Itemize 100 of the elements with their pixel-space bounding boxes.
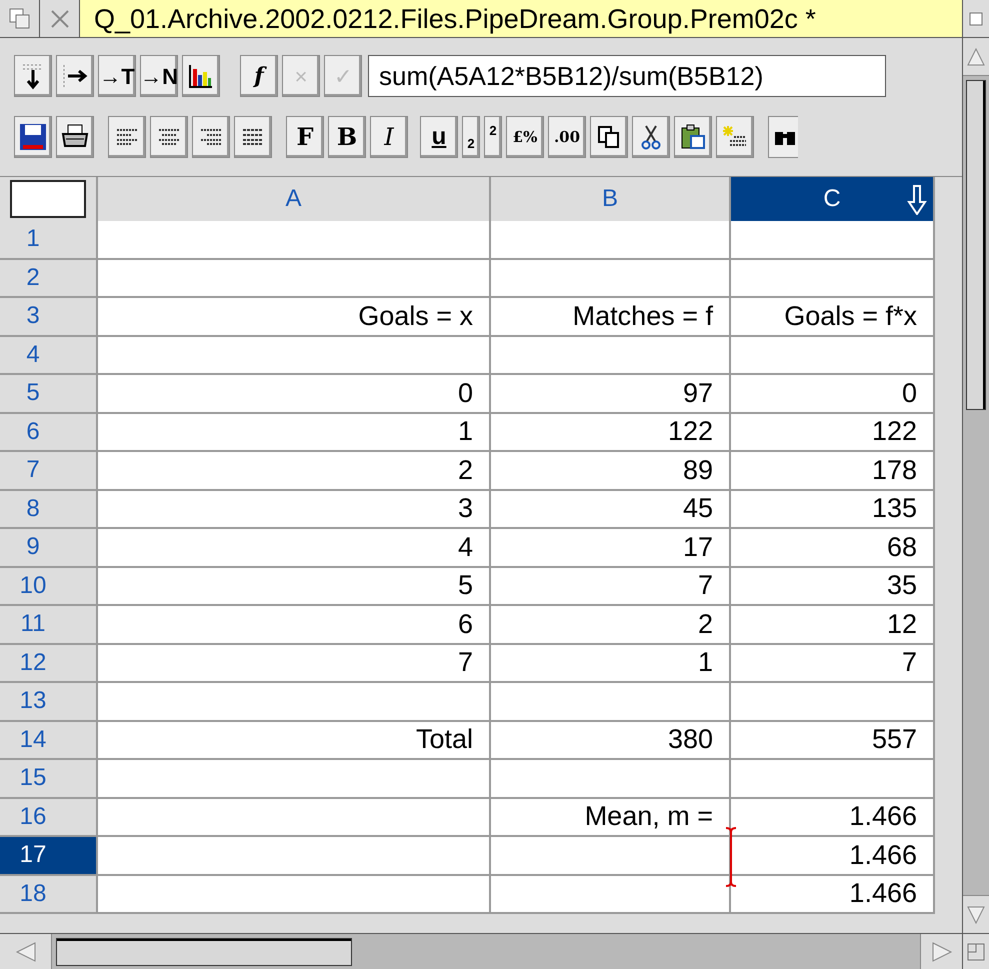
table-cell[interactable]: 557 [731, 722, 935, 760]
row-header[interactable]: 13 [0, 683, 98, 722]
toolbar-button[interactable]: →T [98, 55, 136, 97]
scroll-thumb[interactable] [56, 938, 352, 966]
toolbar-button[interactable]: .00 [548, 116, 586, 158]
toolbar-button[interactable]: I [370, 116, 408, 158]
column-header[interactable]: C [731, 177, 935, 221]
print-button[interactable] [56, 116, 94, 158]
copy-button[interactable] [590, 116, 628, 158]
table-cell[interactable]: 7 [491, 568, 731, 606]
table-cell[interactable] [491, 336, 731, 375]
toolbar-button[interactable]: £% [506, 116, 544, 158]
row-header[interactable]: 4 [0, 336, 98, 375]
back-button[interactable] [0, 0, 40, 37]
table-cell[interactable]: 1.466 [731, 876, 935, 914]
row-header[interactable]: 10 [0, 568, 98, 606]
table-cell[interactable]: 17 [491, 529, 731, 568]
table-cell[interactable]: 5 [98, 568, 491, 606]
formula-field[interactable]: sum(A5A12*B5B12)/sum(B5B12) [368, 55, 886, 97]
table-cell[interactable]: 1.466 [731, 798, 935, 837]
table-cell[interactable]: 2 [98, 452, 491, 490]
table-cell[interactable]: 0 [731, 375, 935, 414]
table-cell[interactable] [98, 260, 491, 298]
chart-button[interactable] [182, 55, 220, 97]
table-cell[interactable]: 380 [491, 722, 731, 760]
table-cell[interactable] [98, 336, 491, 375]
table-cell[interactable]: 45 [491, 490, 731, 529]
table-cell[interactable]: Total [98, 722, 491, 760]
row-header[interactable]: 7 [0, 452, 98, 490]
toggle-size-button[interactable] [963, 0, 989, 38]
row-header[interactable]: 5 [0, 375, 98, 414]
table-cell[interactable]: 89 [491, 452, 731, 490]
table-cell[interactable] [491, 876, 731, 914]
horizontal-scrollbar[interactable] [0, 933, 962, 969]
table-cell[interactable]: 1.466 [731, 837, 935, 876]
row-header[interactable]: 3 [0, 298, 98, 336]
row-header[interactable]: 15 [0, 760, 98, 798]
cell-reference-field[interactable] [10, 180, 86, 218]
toolbar-button[interactable]: B [328, 116, 366, 158]
close-button[interactable] [40, 0, 80, 37]
justify-button[interactable] [234, 116, 272, 158]
cut-button[interactable] [632, 116, 670, 158]
table-cell[interactable]: 135 [731, 490, 935, 529]
table-cell[interactable] [98, 876, 491, 914]
row-header[interactable]: 6 [0, 414, 98, 452]
table-cell[interactable]: 97 [491, 375, 731, 414]
toolbar-button[interactable]: 2 [462, 116, 480, 158]
table-cell[interactable] [731, 336, 935, 375]
table-cell[interactable]: 35 [731, 568, 935, 606]
row-header[interactable]: 8 [0, 490, 98, 529]
row-header[interactable]: 17 [0, 837, 98, 876]
save-button[interactable] [14, 116, 52, 158]
resize-button[interactable] [963, 933, 989, 969]
align-right-button[interactable] [192, 116, 230, 158]
row-header[interactable]: 16 [0, 798, 98, 837]
toolbar-button[interactable]: F [286, 116, 324, 158]
table-cell[interactable] [491, 221, 731, 260]
row-header[interactable]: 14 [0, 722, 98, 760]
scroll-up-button[interactable] [963, 38, 989, 76]
scroll-right-button[interactable] [920, 934, 962, 969]
table-cell[interactable]: Goals = f*x [731, 298, 935, 336]
table-cell[interactable]: 2 [491, 606, 731, 644]
insert-button[interactable] [716, 116, 754, 158]
table-cell[interactable] [731, 221, 935, 260]
insert-row-button[interactable] [14, 55, 52, 97]
row-header[interactable]: 2 [0, 260, 98, 298]
table-cell[interactable] [491, 837, 731, 876]
table-cell[interactable]: 1 [491, 644, 731, 683]
table-cell[interactable] [731, 683, 935, 722]
toolbar-button[interactable]: →N [140, 55, 178, 97]
row-header[interactable]: 1 [0, 221, 98, 260]
table-cell[interactable] [98, 798, 491, 837]
table-cell[interactable]: 7 [98, 644, 491, 683]
table-cell[interactable]: 7 [731, 644, 935, 683]
search-button[interactable] [768, 116, 798, 158]
row-header[interactable]: 9 [0, 529, 98, 568]
table-cell[interactable]: 68 [731, 529, 935, 568]
paste-button[interactable] [674, 116, 712, 158]
table-cell[interactable] [98, 837, 491, 876]
table-cell[interactable]: 122 [491, 414, 731, 452]
table-cell[interactable]: Mean, m = [491, 798, 731, 837]
table-cell[interactable]: 122 [731, 414, 935, 452]
scroll-thumb[interactable] [966, 80, 986, 410]
row-header[interactable]: 12 [0, 644, 98, 683]
vertical-scrollbar[interactable] [963, 38, 989, 933]
scroll-down-button[interactable] [963, 895, 989, 933]
table-cell[interactable]: Matches = f [491, 298, 731, 336]
table-cell[interactable] [98, 760, 491, 798]
table-cell[interactable]: 4 [98, 529, 491, 568]
table-cell[interactable]: 1 [98, 414, 491, 452]
table-cell[interactable] [98, 683, 491, 722]
table-cell[interactable] [491, 683, 731, 722]
scroll-left-button[interactable] [0, 934, 52, 969]
table-cell[interactable] [491, 260, 731, 298]
table-cell[interactable]: 3 [98, 490, 491, 529]
row-header[interactable]: 18 [0, 876, 98, 914]
table-cell[interactable]: 0 [98, 375, 491, 414]
toolbar-button[interactable]: f [240, 55, 278, 97]
toolbar-button[interactable]: u [420, 116, 458, 158]
toolbar-button[interactable]: 2 [484, 116, 502, 158]
